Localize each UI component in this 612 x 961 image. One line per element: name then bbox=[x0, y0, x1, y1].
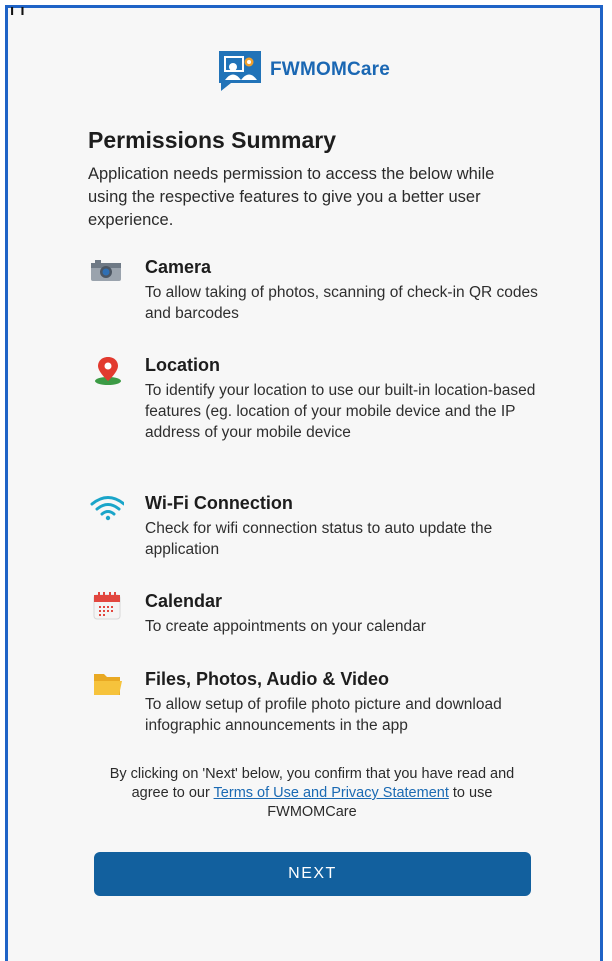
permission-title: Camera bbox=[145, 257, 212, 277]
permission-description: To create appointments on your calendar bbox=[145, 618, 426, 635]
permission-description: To allow setup of profile photo picture … bbox=[145, 696, 502, 734]
permission-title: Calendar bbox=[145, 591, 223, 611]
permission-title: Wi-Fi Connection bbox=[145, 493, 293, 513]
location-pin-icon bbox=[88, 355, 124, 385]
page-title: Permissions Summary bbox=[88, 127, 337, 153]
terms-link[interactable]: Terms of Use and Privacy Statement bbox=[214, 785, 449, 801]
camera-icon bbox=[88, 257, 124, 287]
intro-text: Application needs permission to access t… bbox=[88, 165, 495, 229]
calendar-icon bbox=[88, 591, 124, 621]
permission-description: Check for wifi connection status to auto… bbox=[145, 520, 493, 558]
permission-title: Location bbox=[145, 355, 220, 375]
app-name: FWMOMCare bbox=[270, 59, 391, 80]
app-logo-icon bbox=[217, 47, 263, 93]
wifi-icon bbox=[88, 493, 126, 523]
status-glyph: ı ı bbox=[10, 2, 26, 19]
folder-icon bbox=[88, 669, 124, 699]
permission-description: To identify your location to use our bui… bbox=[145, 382, 536, 441]
next-button[interactable]: NEXT bbox=[94, 852, 531, 896]
consent-text: By clicking on 'Next' below, you confirm… bbox=[92, 765, 532, 822]
permission-description: To allow taking of photos, scanning of c… bbox=[145, 284, 538, 322]
app-logo: FWMOMCare bbox=[217, 47, 390, 93]
permission-title: Files, Photos, Audio & Video bbox=[145, 669, 390, 689]
